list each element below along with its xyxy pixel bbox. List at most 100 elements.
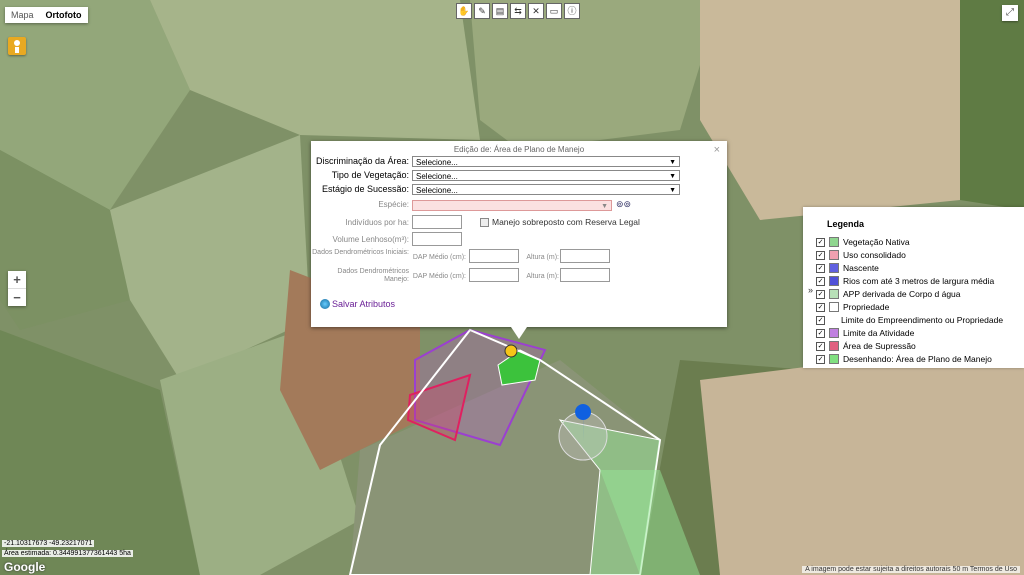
- swatch: [829, 289, 839, 299]
- estagio-value: Selecione...: [416, 186, 458, 195]
- fullscreen-icon[interactable]: ⤢: [1002, 5, 1018, 21]
- split-icon[interactable]: ⇆: [510, 3, 526, 19]
- area-readout: Área estimada: 0.344991377361443 5ha: [2, 550, 133, 557]
- checkbox-icon[interactable]: ✓: [816, 263, 825, 273]
- swatch: [829, 237, 839, 247]
- legend-item[interactable]: ✓ Limite do Empreendimento ou Propriedade: [816, 315, 1003, 325]
- chevron-down-icon: ▼: [669, 159, 676, 166]
- dialog-title: Edição de: Área de Plano de Manejo: [453, 145, 585, 154]
- draw-icon[interactable]: ✎: [474, 3, 490, 19]
- discriminacao-label: Discriminação da Área:: [315, 156, 409, 166]
- map-type-mapa[interactable]: Mapa: [5, 7, 40, 23]
- checkbox-icon[interactable]: ✓: [816, 289, 825, 299]
- legend-item-label: Propriedade: [843, 302, 890, 312]
- chevron-down-icon: ▼: [669, 187, 676, 194]
- tipo-vegetacao-value: Selecione...: [416, 172, 458, 181]
- altura-manejo-label: Altura (m):: [526, 273, 559, 280]
- legend-item-label: Desenhando: Área de Plano de Manejo: [843, 354, 992, 364]
- legend-item-label: Uso consolidado: [843, 250, 906, 260]
- especie-label: Espécie:: [378, 200, 409, 209]
- legend-toggle-icon[interactable]: »: [808, 285, 813, 295]
- volume-label: Volume Lenhoso(m³):: [332, 235, 409, 244]
- swatch: [829, 302, 839, 312]
- swatch: [829, 276, 839, 286]
- swatch: [829, 354, 839, 364]
- checkbox-icon[interactable]: ✓: [816, 315, 825, 325]
- coordinates-readout: -21.10317673 -49.23217071: [2, 540, 95, 547]
- estagio-select[interactable]: Selecione... ▼: [412, 184, 680, 195]
- street-view-pegman-icon[interactable]: [8, 37, 26, 55]
- zoom-out-button[interactable]: −: [8, 288, 26, 306]
- hand-icon[interactable]: ✋: [456, 3, 472, 19]
- individuos-label: Indivíduos por ha:: [345, 218, 409, 227]
- swatch: [829, 316, 837, 324]
- altura-iniciais-input[interactable]: [560, 249, 610, 263]
- checkbox-icon[interactable]: ✓: [816, 237, 825, 247]
- swatch: [829, 250, 839, 260]
- zoom-in-button[interactable]: +: [8, 271, 26, 288]
- legend-item[interactable]: ✓ Rios com até 3 metros de largura média: [816, 276, 994, 286]
- legend-item[interactable]: ✓ Desenhando: Área de Plano de Manejo: [816, 354, 992, 364]
- map-type-control: Mapa Ortofoto: [5, 7, 88, 23]
- altura-manejo-input[interactable]: [560, 268, 610, 282]
- legend-item[interactable]: ✓ Propriedade: [816, 302, 889, 312]
- delete-icon[interactable]: ✕: [528, 3, 544, 19]
- legend-title: Legenda: [827, 219, 865, 229]
- discriminacao-select[interactable]: Selecione... ▼: [412, 156, 680, 167]
- dendro-manejo-label: Dados Dendrométricos Manejo:: [337, 268, 409, 283]
- info-icon[interactable]: ⓘ: [564, 3, 580, 19]
- manejo-label: Manejo sobreposto com Reserva Legal: [492, 217, 640, 227]
- manejo-checkbox[interactable]: [480, 218, 489, 227]
- especie-select[interactable]: ▼: [412, 200, 612, 211]
- zoom-control: + −: [8, 271, 26, 306]
- estagio-label: Estágio de Sucessão:: [321, 184, 409, 194]
- map-attribution[interactable]: A imagem pode estar sujeita a direitos a…: [802, 566, 1020, 573]
- swatch: [829, 328, 839, 338]
- volume-input[interactable]: [412, 232, 462, 246]
- legend-item[interactable]: ✓ Nascente: [816, 263, 879, 273]
- legend-item-label: Rios com até 3 metros de largura média: [843, 276, 995, 286]
- individuos-input[interactable]: [412, 215, 462, 229]
- discriminacao-value: Selecione...: [416, 158, 458, 167]
- legend-item-label: Vegetação Nativa: [843, 237, 910, 247]
- legend-item-label: Nascente: [843, 263, 879, 273]
- dap-manejo-input[interactable]: [469, 268, 519, 282]
- legend-item-label: APP derivada de Corpo d água: [843, 289, 961, 299]
- save-attributes-label: Salvar Atributos: [332, 299, 396, 309]
- drawing-toolbar: ✋ ✎ ▤ ⇆ ✕ ▭ ⓘ: [456, 3, 580, 19]
- dendro-iniciais-label: Dados Dendrométricos Iniciais:: [312, 249, 409, 256]
- checkbox-icon[interactable]: ✓: [816, 302, 825, 312]
- dap-manejo-label: DAP Médio (cm):: [412, 273, 466, 280]
- map-type-ortofoto[interactable]: Ortofoto: [40, 7, 88, 23]
- altura-iniciais-label: Altura (m):: [526, 254, 559, 261]
- checkbox-icon[interactable]: ✓: [816, 276, 825, 286]
- google-logo[interactable]: Google: [4, 560, 45, 574]
- checkbox-icon[interactable]: ✓: [816, 250, 825, 260]
- checkbox-icon[interactable]: ✓: [816, 341, 825, 351]
- legend-item[interactable]: ✓ Limite da Atividade: [816, 328, 914, 338]
- tipo-vegetacao-label: Tipo de Vegetação:: [331, 170, 409, 180]
- tipo-vegetacao-select[interactable]: Selecione... ▼: [412, 170, 680, 181]
- chevron-down-icon: ▼: [669, 173, 676, 180]
- legend-item-label: Limite da Atividade: [843, 328, 915, 338]
- close-icon[interactable]: ×: [714, 144, 720, 156]
- legend-panel: » Legenda ✓ Vegetação Nativa ✓ Uso consoli…: [803, 207, 1024, 368]
- checkbox-icon[interactable]: ✓: [816, 328, 825, 338]
- legend-item-label: Limite do Empreendimento ou Propriedade: [841, 315, 1004, 325]
- dap-iniciais-input[interactable]: [469, 249, 519, 263]
- save-icon[interactable]: ▭: [546, 3, 562, 19]
- checkbox-icon[interactable]: ✓: [816, 354, 825, 364]
- save-attributes-button[interactable]: Salvar Atributos: [320, 299, 395, 309]
- edit-icon[interactable]: ▤: [492, 3, 508, 19]
- chevron-down-icon: ▼: [601, 203, 608, 210]
- legend-item-label: Área de Supressão: [843, 341, 916, 351]
- legend-item[interactable]: ✓ Vegetação Nativa: [816, 237, 910, 247]
- legend-item[interactable]: ✓ APP derivada de Corpo d água: [816, 289, 961, 299]
- swatch: [829, 263, 839, 273]
- globe-icon: [320, 299, 330, 309]
- swatch: [829, 341, 839, 351]
- legend-item[interactable]: ✓ Uso consolidado: [816, 250, 906, 260]
- legend-item[interactable]: ✓ Área de Supressão: [816, 341, 916, 351]
- binoculars-icon[interactable]: ⊚⊚: [616, 199, 631, 210]
- dap-iniciais-label: DAP Médio (cm):: [412, 254, 466, 261]
